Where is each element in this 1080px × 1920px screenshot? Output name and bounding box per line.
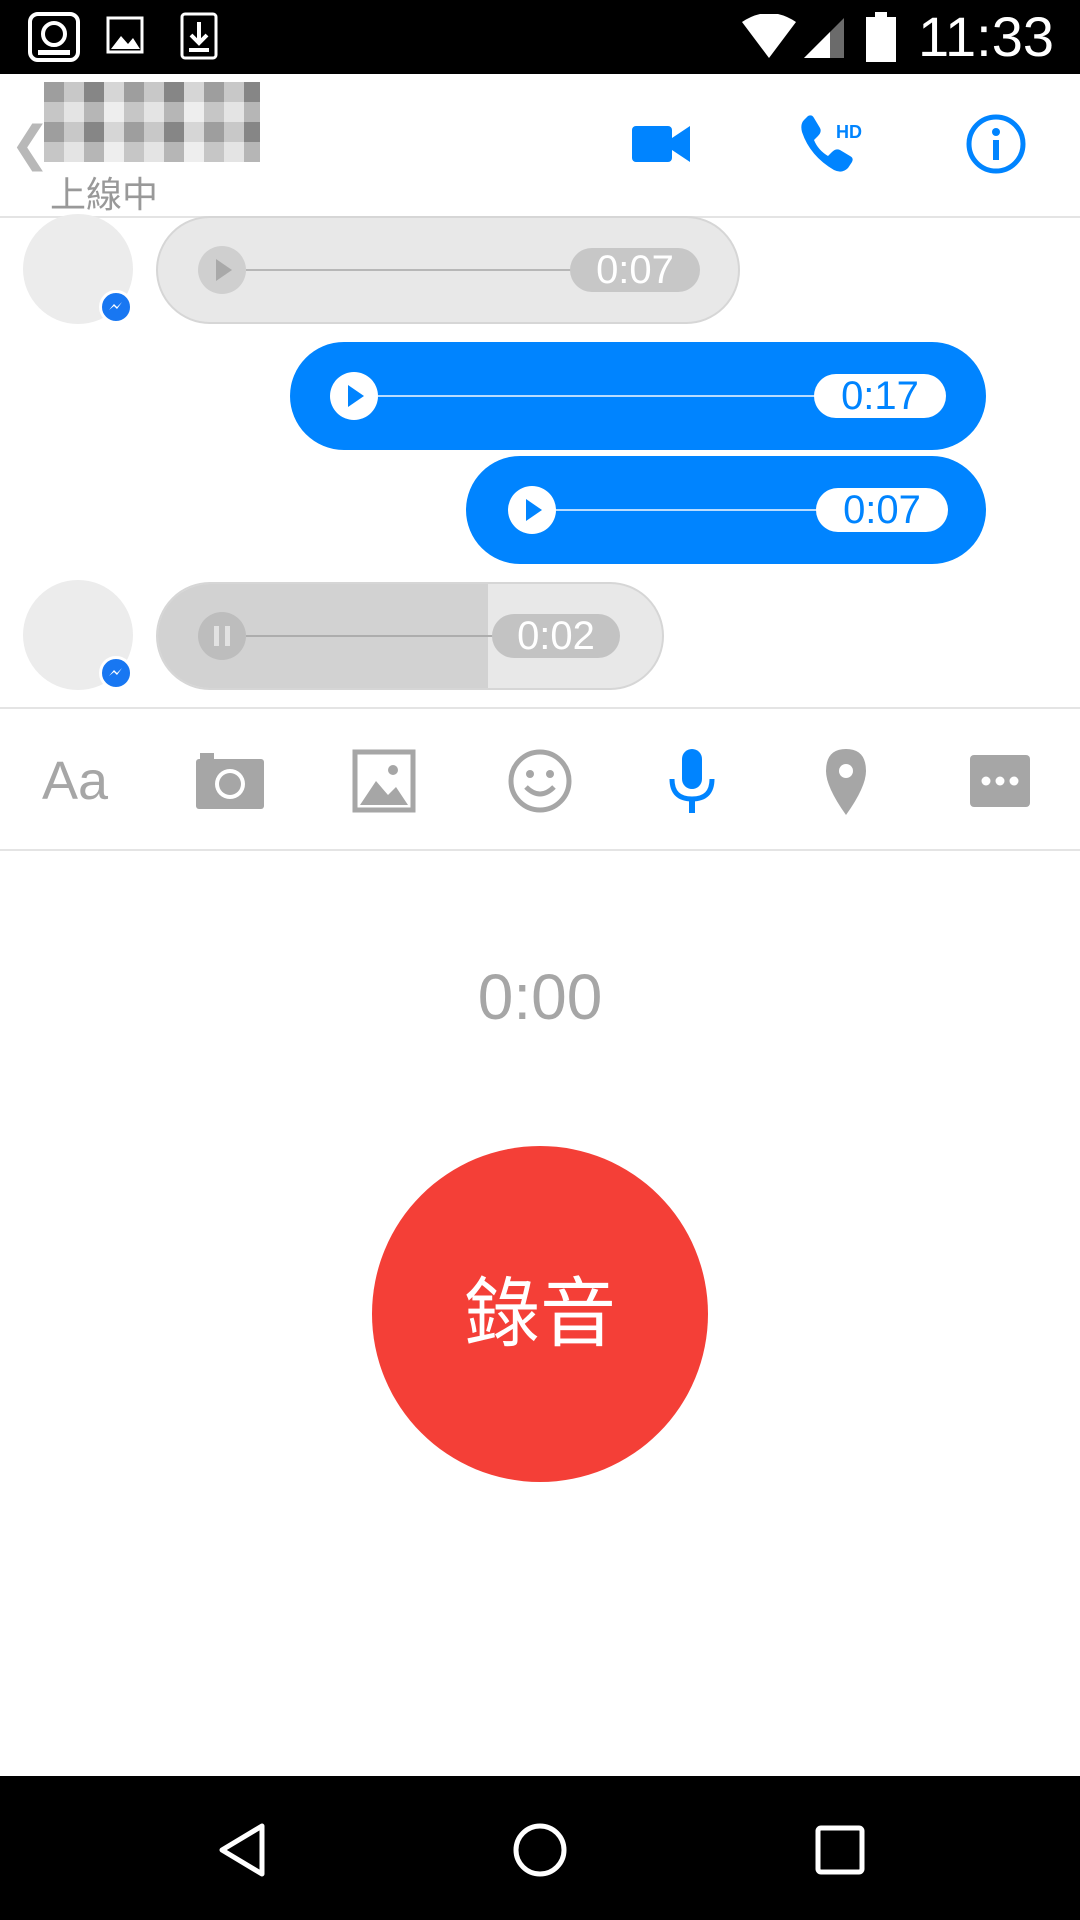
text-icon[interactable]: Aa (42, 745, 122, 817)
system-nav-bar (0, 1776, 1080, 1920)
recording-timer: 0:00 (477, 961, 603, 1033)
duration-label: 0:17 (814, 374, 946, 418)
hd-call-icon[interactable]: HD (790, 104, 870, 184)
microphone-icon[interactable] (656, 745, 728, 817)
nav-back-icon[interactable] (212, 1820, 272, 1880)
camera-icon[interactable] (194, 745, 266, 817)
audio-progress-track[interactable] (378, 395, 838, 397)
duration-label: 0:07 (570, 248, 700, 292)
image-icon (106, 16, 144, 54)
contact-name-redacted[interactable] (44, 82, 260, 162)
conversation-header: ❮ 上線中 HD (0, 74, 1080, 218)
nav-home-icon[interactable] (510, 1820, 570, 1880)
audio-progress-track[interactable] (556, 509, 840, 511)
signal-icon (804, 18, 844, 58)
play-button[interactable] (508, 486, 556, 534)
presence-status: 上線中 (50, 175, 159, 216)
download-icon (180, 12, 218, 60)
audio-progress-track[interactable] (246, 635, 516, 637)
duration-label: 0:07 (816, 488, 948, 532)
messenger-badge-icon (99, 290, 133, 324)
info-icon[interactable] (956, 104, 1036, 184)
pause-button[interactable] (198, 612, 246, 660)
nav-recents-icon[interactable] (810, 1820, 870, 1880)
app-icon (28, 12, 80, 62)
voice-message-bubble[interactable]: 0:07 (156, 216, 740, 324)
play-button[interactable] (330, 372, 378, 420)
duration-label: 0:02 (492, 614, 620, 658)
video-call-icon[interactable] (620, 104, 700, 184)
play-button[interactable] (198, 246, 246, 294)
audio-progress-track[interactable] (246, 269, 594, 271)
more-icon[interactable] (964, 745, 1036, 817)
play-icon (348, 385, 364, 407)
status-bar: 11:33 (0, 0, 1080, 74)
messenger-badge-icon (99, 656, 133, 690)
play-icon (526, 499, 542, 521)
battery-icon (866, 12, 896, 62)
composer-toolbar: Aa (0, 707, 1080, 851)
voice-message-bubble[interactable]: 0:02 (156, 582, 664, 690)
record-button[interactable]: 錄音 (372, 1146, 708, 1482)
clock: 11:33 (918, 5, 1054, 68)
pause-icon (214, 626, 230, 646)
voice-message-bubble[interactable]: 0:07 (466, 456, 986, 564)
hd-label: HD (836, 122, 862, 142)
wifi-icon (742, 14, 796, 58)
play-icon (216, 259, 232, 281)
voice-message-bubble[interactable]: 0:17 (290, 342, 986, 450)
emoji-icon[interactable] (504, 745, 576, 817)
location-icon[interactable] (810, 745, 882, 817)
gallery-icon[interactable] (348, 745, 420, 817)
